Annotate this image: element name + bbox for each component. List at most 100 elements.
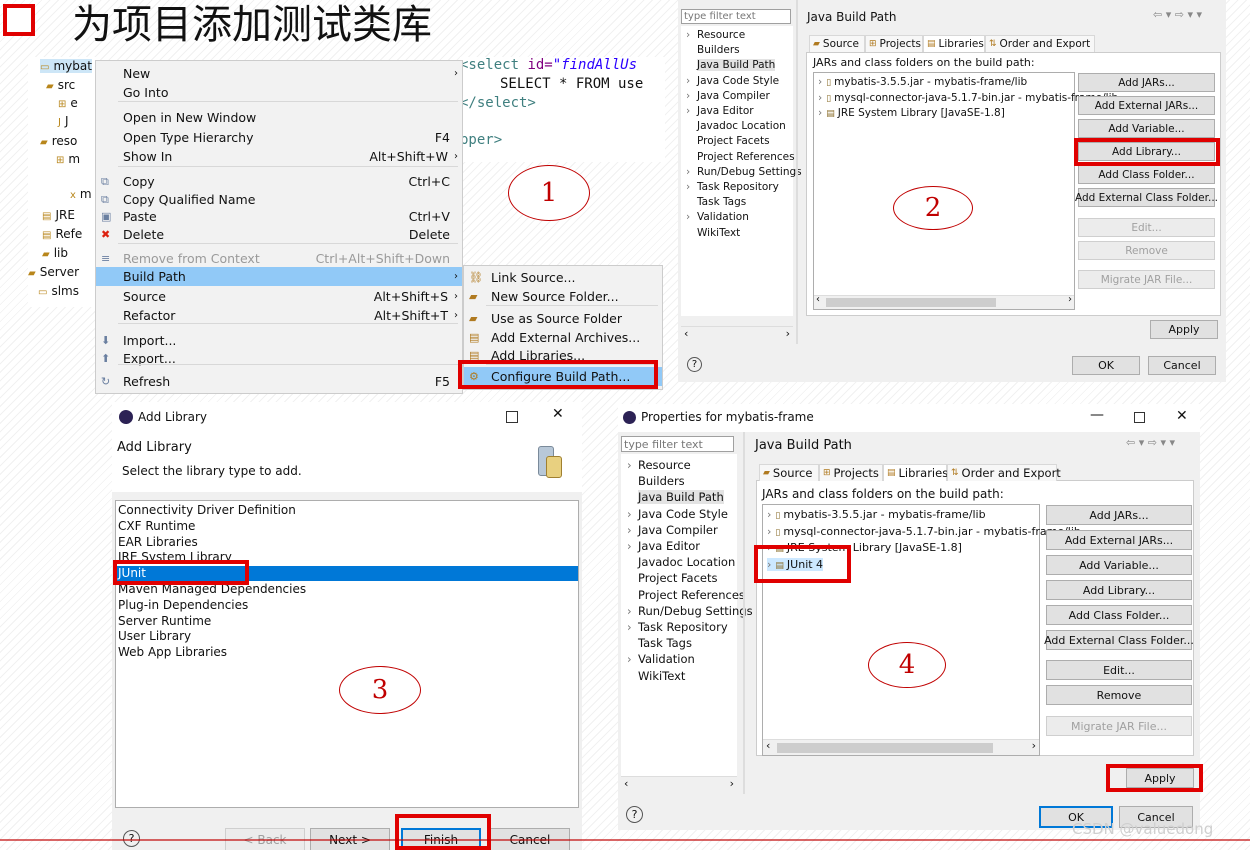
filter-input[interactable]: type filter text (681, 9, 791, 24)
explorer-item[interactable]: ▰ Server (28, 265, 79, 279)
button-add-library[interactable]: Add Library... (1046, 580, 1192, 600)
menu-item-go-into[interactable]: Go Into (96, 83, 462, 102)
explorer-item[interactable]: ▤ JRE (42, 208, 75, 222)
library-entry[interactable]: › ▯ mysql-connector-java-5.1.7-bin.jar - m… (767, 525, 1081, 538)
explorer-item[interactable]: ▰ lib (42, 246, 68, 260)
pref-tree-item[interactable]: › Run/Debug Settings (686, 166, 802, 178)
button-edit[interactable]: Edit... (1046, 660, 1192, 680)
tab-projects[interactable]: ⊞ Projects (819, 464, 883, 481)
button-add-jars[interactable]: Add JARs... (1078, 73, 1215, 92)
pref-tree-item[interactable]: WikiText (638, 669, 685, 683)
pref-tree-item[interactable]: › Task Repository (686, 181, 779, 193)
pref-tree-item[interactable]: Project Facets (697, 135, 770, 147)
apply-button[interactable]: Apply (1150, 320, 1218, 339)
button-add-jars[interactable]: Add JARs... (1046, 505, 1192, 525)
tab-order-and-export[interactable]: ⇅ Order and Export (947, 464, 1061, 481)
menu-item-copy[interactable]: ⧉ Copy Ctrl+C (96, 172, 462, 191)
library-list[interactable]: › ▯ mybatis-3.5.5.jar - mybatis-frame/lib ›… (762, 504, 1081, 756)
nav-arrows[interactable]: ⇦ ▾ ⇨ ▾ ▾ (1153, 8, 1202, 21)
pref-tree-item[interactable]: Javadoc Location (697, 120, 786, 132)
pref-tree-item[interactable]: WikiText (697, 227, 740, 239)
maximize-icon[interactable] (506, 411, 518, 423)
button-add-external-jars[interactable]: Add External JARs... (1046, 530, 1192, 550)
pref-tree-item[interactable]: › Java Code Style (686, 75, 779, 87)
menu-item-new[interactable]: New › (96, 64, 462, 83)
menu-item-remove-from-context[interactable]: ≡ Remove from Context Ctrl+Alt+Shift+Down (96, 249, 462, 268)
pref-tree-item[interactable]: Javadoc Location (638, 555, 735, 569)
menu-item-export[interactable]: ⬆ Export... (96, 349, 462, 368)
library-type-item[interactable]: Connectivity Driver Definition (116, 503, 578, 518)
menu-item-show-in[interactable]: Show In Alt+Shift+W › (96, 147, 462, 166)
button-remove[interactable]: Remove (1078, 241, 1215, 260)
button-edit[interactable]: Edit... (1078, 218, 1215, 237)
pref-tree-item[interactable]: › Validation (627, 652, 695, 666)
menu-item-open-in-new-window[interactable]: Open in New Window (96, 108, 462, 127)
help-icon[interactable]: ? (626, 806, 643, 823)
button-add-external-class-folder[interactable]: Add External Class Folder... (1075, 188, 1218, 207)
library-type-item[interactable]: Web App Libraries (116, 645, 578, 660)
library-type-item[interactable]: EAR Libraries (116, 535, 578, 550)
button-add-external-class-folder[interactable]: Add External Class Folder... (1044, 630, 1194, 650)
pref-tree-item[interactable]: › Java Editor (686, 105, 754, 117)
filter-input[interactable]: type filter text (621, 436, 734, 452)
pref-tree-item[interactable]: Java Build Path (697, 59, 776, 72)
tab-libraries[interactable]: ▤ Libraries (923, 35, 985, 52)
submenu-item[interactable]: ▰ New Source Folder... (464, 287, 662, 306)
pref-tree-item[interactable]: › Resource (686, 29, 745, 41)
submenu-item[interactable]: ▤ Add External Archives... (464, 328, 662, 347)
pref-tree-item[interactable]: Task Tags (638, 636, 692, 650)
help-icon[interactable]: ? (687, 357, 702, 372)
library-type-item[interactable]: User Library (116, 629, 578, 644)
tree-scrollbar[interactable]: ‹ › (681, 326, 793, 342)
ok-button[interactable]: OK (1072, 356, 1140, 375)
explorer-item[interactable]: ▰ src (46, 78, 75, 92)
tab-source[interactable]: ▰ Source (759, 464, 819, 481)
library-type-item[interactable]: Server Runtime (116, 614, 578, 629)
submenu-item[interactable]: ▰ Use as Source Folder (464, 309, 662, 328)
pref-tree-item[interactable]: Task Tags (697, 196, 746, 208)
maximize-icon[interactable] (1134, 412, 1145, 423)
pref-tree-item[interactable]: › Java Compiler (627, 523, 718, 537)
button-add-variable[interactable]: Add Variable... (1046, 555, 1192, 575)
menu-item-source[interactable]: Source Alt+Shift+S › (96, 287, 462, 306)
explorer-item[interactable]: ▭ slms (38, 284, 79, 298)
explorer-item[interactable]: ▰ reso (40, 134, 77, 148)
pref-tree-item[interactable]: › Validation (686, 211, 749, 223)
pref-tree-item[interactable]: › Java Compiler (686, 90, 770, 102)
menu-item-refresh[interactable]: ↻ Refresh F5 (96, 372, 462, 391)
button-add-variable[interactable]: Add Variable... (1078, 119, 1215, 138)
library-type-item[interactable]: CXF Runtime (116, 519, 578, 534)
menu-item-delete[interactable]: ✖ Delete Delete (96, 225, 462, 244)
explorer-item[interactable]: ⊞ m (56, 152, 80, 166)
pref-tree-item[interactable]: Builders (638, 474, 685, 488)
menu-item-open-type-hierarchy[interactable]: Open Type Hierarchy F4 (96, 128, 462, 147)
pref-tree-item[interactable]: Project References (697, 151, 795, 163)
library-entry[interactable]: › ▯ mybatis-3.5.5.jar - mybatis-frame/lib (767, 508, 986, 521)
menu-item-paste[interactable]: ▣ Paste Ctrl+V (96, 207, 462, 226)
library-entry[interactable]: › ▤ JRE System Library [JavaSE-1.8] (818, 107, 1005, 119)
explorer-item[interactable]: JJ (58, 114, 69, 128)
button-add-class-folder[interactable]: Add Class Folder... (1046, 605, 1192, 625)
close-icon[interactable]: ✕ (1176, 408, 1188, 424)
button-add-class-folder[interactable]: Add Class Folder... (1078, 165, 1215, 184)
minimize-icon[interactable]: — (1090, 407, 1104, 423)
explorer-item[interactable]: ⊞ e (58, 96, 78, 110)
explorer-item[interactable]: ▭ mybat (40, 59, 92, 73)
tab-libraries[interactable]: ▤ Libraries (883, 464, 948, 481)
button-migrate-jar-file[interactable]: Migrate JAR File... (1078, 270, 1215, 289)
library-entry[interactable]: › ▯ mysql-connector-java-5.1.7-bin.jar - m… (818, 92, 1118, 104)
pref-tree-item[interactable]: Project Facets (638, 571, 718, 585)
menu-item-build-path[interactable]: Build Path › (96, 267, 462, 286)
explorer-item[interactable]: ▤ Refe (42, 227, 82, 241)
button-remove[interactable]: Remove (1046, 685, 1192, 705)
pref-tree-item[interactable]: › Java Code Style (627, 507, 728, 521)
nav-arrows[interactable]: ⇦ ▾ ⇨ ▾ ▾ (1126, 436, 1175, 449)
cancel-button[interactable]: Cancel (1148, 356, 1216, 375)
pref-tree-item[interactable]: Java Build Path (638, 490, 724, 505)
pref-tree-item[interactable]: › Java Editor (627, 539, 700, 553)
pref-tree-item[interactable]: › Task Repository (627, 620, 728, 634)
tab-projects[interactable]: ⊞ Projects (865, 35, 923, 52)
tab-source[interactable]: ▰ Source (809, 35, 865, 52)
submenu-item[interactable]: ⛓ Link Source... (464, 268, 662, 287)
button-migrate-jar-file[interactable]: Migrate JAR File... (1046, 716, 1192, 736)
